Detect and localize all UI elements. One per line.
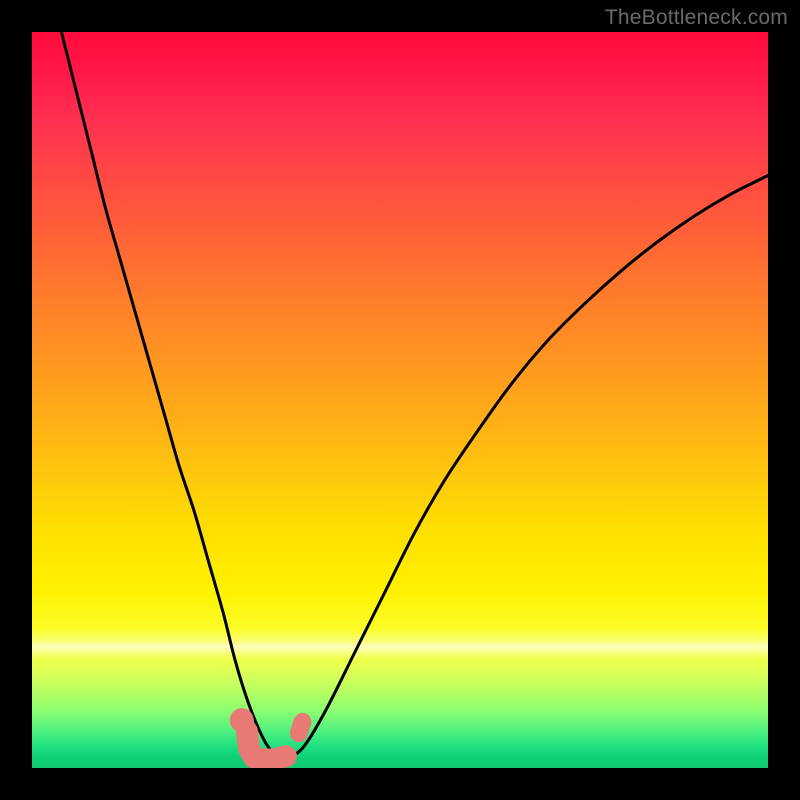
curve-path — [61, 32, 768, 758]
watermark-text: TheBottleneck.com — [605, 6, 788, 30]
curve-layer — [32, 32, 768, 768]
bottleneck-curve — [61, 32, 768, 758]
chart-frame: TheBottleneck.com — [0, 0, 800, 800]
plot-area — [32, 32, 768, 768]
highlight-markers — [230, 708, 314, 760]
